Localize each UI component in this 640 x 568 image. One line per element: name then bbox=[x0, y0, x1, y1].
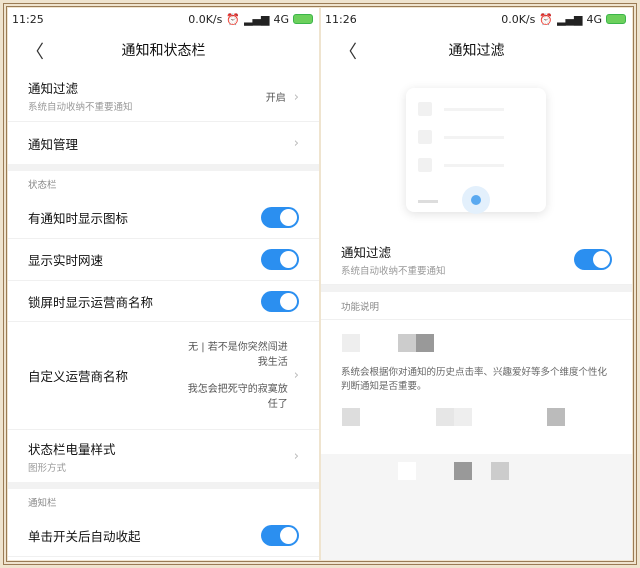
notification-filter-toggle-row[interactable]: 通知过滤系统自动收纳不重要通知 bbox=[321, 235, 632, 285]
toggle-label: 锁屏时显示运营商名称 bbox=[28, 294, 154, 310]
network-speed: 0.0K/s bbox=[188, 12, 223, 26]
header: 〈 通知过滤 bbox=[321, 30, 632, 70]
carrier-value-2: 我怎会把死守的寂寞放任了 bbox=[187, 383, 288, 410]
item-subtitle: 图形方式 bbox=[28, 462, 67, 474]
clock: 11:25 bbox=[12, 12, 44, 26]
filter-illustration bbox=[406, 88, 546, 214]
divider bbox=[8, 482, 319, 489]
toggle-switch[interactable] bbox=[261, 207, 299, 228]
header: 〈 通知和状态栏 bbox=[8, 30, 319, 70]
toggle-switch[interactable] bbox=[574, 249, 612, 270]
toggle-row[interactable]: 有通知时显示图标 bbox=[8, 197, 319, 239]
chevron-right-icon: › bbox=[293, 448, 299, 464]
divider bbox=[321, 285, 632, 292]
status-bar: 11:26 0.0K/s ⏰ ▂▄▆ 4G bbox=[321, 8, 632, 30]
item-subtitle: 系统自动收纳不重要通知 bbox=[341, 266, 446, 277]
network-type: 4G bbox=[273, 12, 289, 26]
notification-statusbar-screen: 11:25 0.0K/s ⏰ ▂▄▆ 4G 〈 通知和状态栏 通知过滤系统自动收纳不重… bbox=[8, 8, 319, 560]
back-icon[interactable]: 〈 bbox=[339, 38, 357, 64]
item-title: 通知过滤 bbox=[28, 81, 79, 96]
section-label: 通知栏 bbox=[28, 498, 57, 509]
chevron-right-icon: › bbox=[293, 135, 299, 151]
toggle-switch[interactable] bbox=[261, 249, 299, 270]
battery-icon bbox=[293, 14, 313, 24]
alarm-icon: ⏰ bbox=[226, 12, 241, 26]
toggle-switch[interactable] bbox=[261, 525, 299, 546]
mosaic-blur bbox=[321, 320, 632, 360]
item-title: 通知过滤 bbox=[341, 245, 392, 260]
custom-carrier-item[interactable]: 自定义运营商名称 无 | 若不是你突然闯进我生活 我怎会把死守的寂寞放任了 › bbox=[8, 322, 319, 430]
signal-icon: ▂▄▆ bbox=[557, 12, 583, 26]
clock: 11:26 bbox=[325, 12, 357, 26]
back-icon[interactable]: 〈 bbox=[26, 38, 44, 64]
page-title: 通知和状态栏 bbox=[121, 43, 206, 59]
toggle-row[interactable]: 锁屏时显示运营商名称 bbox=[8, 281, 319, 322]
toggle-row[interactable]: 单击开关后自动收起 bbox=[8, 515, 319, 557]
mosaic-blur bbox=[321, 394, 632, 434]
item-title: 状态栏电量样式 bbox=[28, 441, 116, 457]
item-value: 开启 bbox=[265, 93, 286, 104]
toggle-switch[interactable] bbox=[261, 290, 299, 312]
chevron-right-icon: › bbox=[293, 90, 299, 105]
section-label: 功能说明 bbox=[321, 292, 632, 320]
feature-description: 系统会根据你对通知的历史点击率、兴趣爱好等多个维度个性化判断通知是否重要。 bbox=[341, 367, 608, 392]
item-subtitle: 系统自动收纳不重要通知 bbox=[28, 102, 133, 113]
notification-manage-item[interactable]: 通知管理 › bbox=[8, 122, 319, 164]
notification-filter-item[interactable]: 通知过滤系统自动收纳不重要通知 开启 › bbox=[8, 70, 319, 122]
item-title: 自定义运营商名称 bbox=[28, 369, 129, 384]
bottom-area bbox=[321, 454, 632, 560]
signal-icon: ▂▄▆ bbox=[244, 12, 270, 26]
page-title: 通知过滤 bbox=[448, 43, 505, 59]
battery-icon bbox=[606, 14, 626, 24]
notification-filter-screen: 11:26 0.0K/s ⏰ ▂▄▆ 4G 〈 通知过滤 通知过滤系统自动收纳不重要通… bbox=[321, 8, 632, 560]
toggle-label: 有通知时显示图标 bbox=[28, 211, 129, 226]
toggle-label: 单击开关后自动收起 bbox=[28, 529, 141, 544]
chevron-right-icon: › bbox=[293, 368, 299, 383]
toggle-label: 显示实时网速 bbox=[28, 253, 104, 268]
carrier-value-1: 无 | 若不是你突然闯进我生活 bbox=[188, 341, 288, 368]
alarm-icon: ⏰ bbox=[539, 12, 554, 26]
item-title: 通知管理 bbox=[28, 136, 79, 152]
status-bar: 11:25 0.0K/s ⏰ ▂▄▆ 4G bbox=[8, 8, 319, 30]
divider bbox=[8, 164, 319, 171]
network-type: 4G bbox=[586, 12, 602, 26]
battery-style-item[interactable]: 状态栏电量样式图形方式 › bbox=[8, 430, 319, 482]
section-label: 状态栏 bbox=[28, 180, 57, 191]
toggle-row[interactable]: 显示实时网速 bbox=[8, 239, 319, 281]
network-speed: 0.0K/s bbox=[501, 12, 536, 26]
